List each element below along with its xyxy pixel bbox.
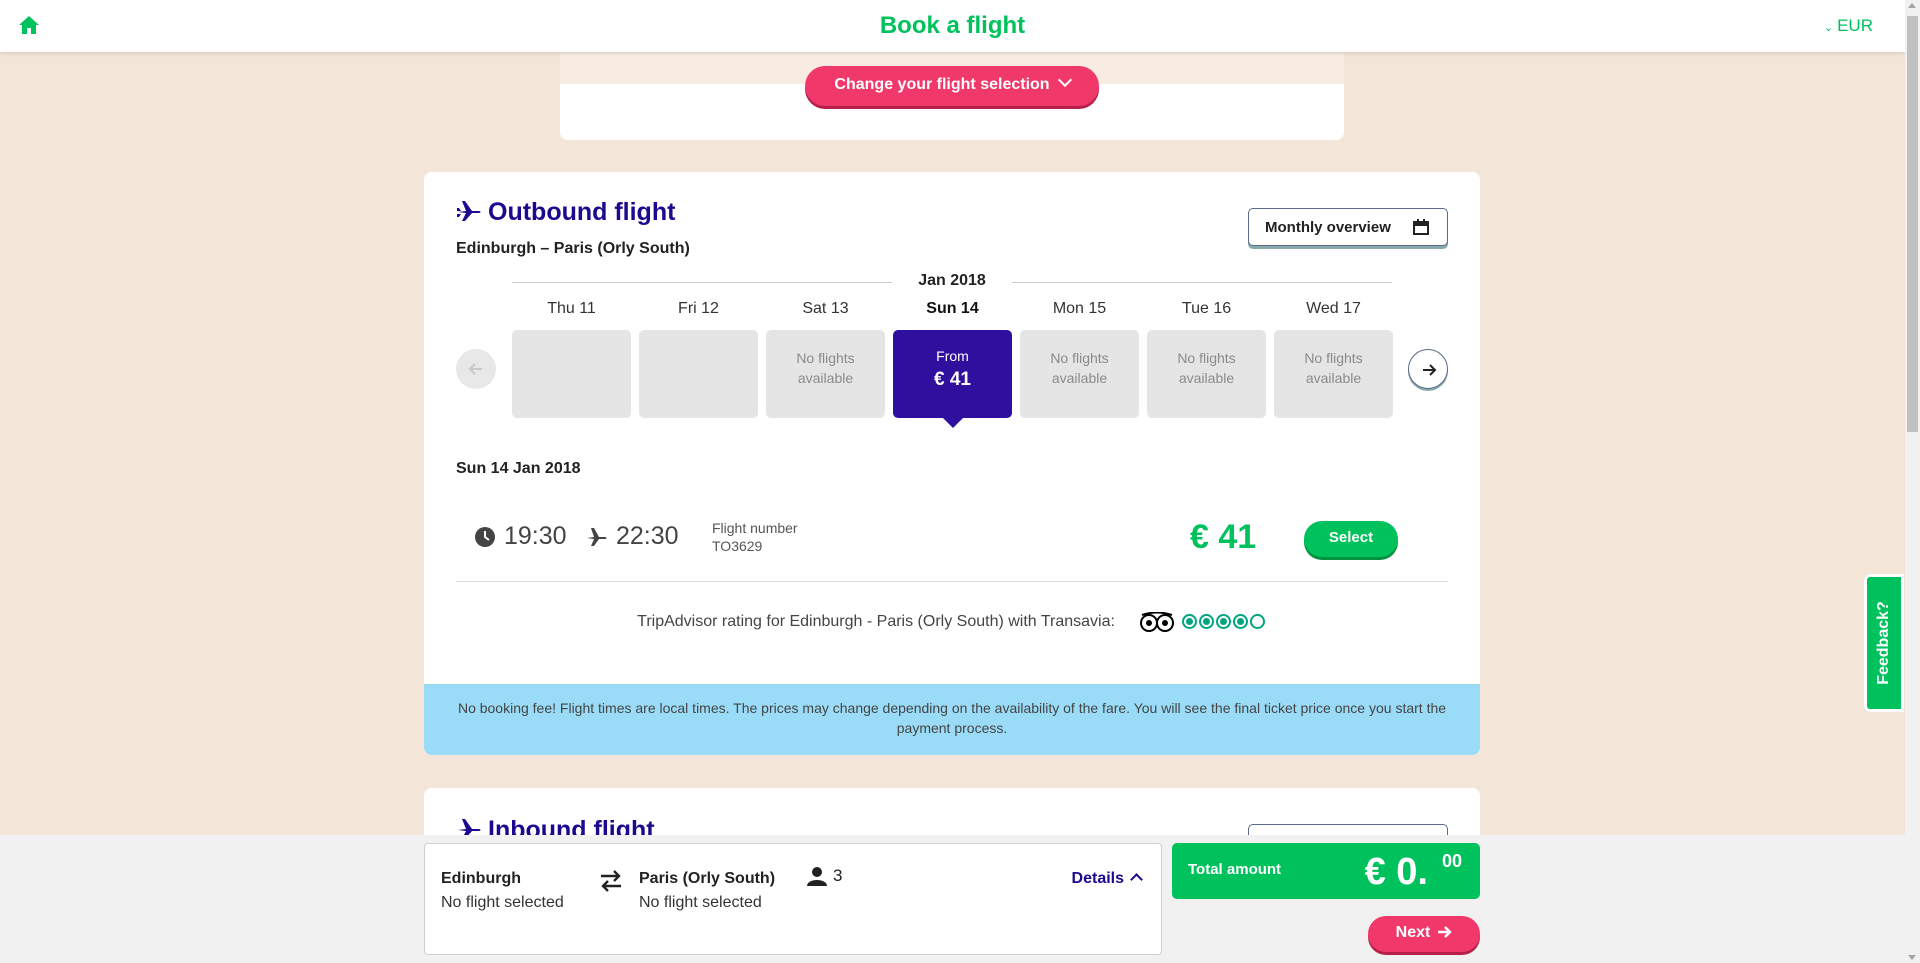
total-label: Total amount xyxy=(1188,861,1282,878)
day-option[interactable]: No flights available xyxy=(1020,330,1139,418)
day-option[interactable] xyxy=(639,330,758,418)
day-label: Mon 15 xyxy=(1052,300,1107,317)
feedback-tab[interactable]: Feedback? xyxy=(1864,574,1904,712)
tripadvisor-rating: TripAdvisor rating for Edinburgh - Paris… xyxy=(424,612,1480,634)
day-price: € 41 xyxy=(934,369,971,390)
booking-summary-bar: Edinburgh No flight selected Paris (Orly… xyxy=(0,835,1905,963)
rating-bubble-filled xyxy=(1232,614,1248,629)
day-option[interactable]: No flights available xyxy=(1147,330,1266,418)
details-toggle[interactable]: Details xyxy=(1072,870,1143,888)
rating-bubble-empty xyxy=(1249,614,1265,629)
total-cents: 00 xyxy=(1441,851,1462,871)
month-header: Jan 2018 xyxy=(512,272,1392,292)
currency-label: EUR xyxy=(1837,16,1873,35)
calendar-icon xyxy=(1413,219,1429,235)
tripadvisor-owl-icon xyxy=(1140,612,1175,632)
total-amount: € 0. xyxy=(1364,851,1428,893)
arrow-right-icon xyxy=(1423,364,1437,376)
month-label: Jan 2018 xyxy=(912,272,992,289)
destination-city: Paris (Orly South) xyxy=(639,870,776,887)
selected-date: Sun 14 Jan 2018 xyxy=(456,460,581,477)
arrival-time: 22:30 xyxy=(616,522,679,550)
rating-bubble-filled xyxy=(1198,614,1214,629)
chevron-down-icon xyxy=(1057,72,1072,88)
day-label: Sat 13 xyxy=(802,300,849,317)
chevron-up-icon xyxy=(1130,873,1143,886)
day-label: Wed 17 xyxy=(1306,300,1361,317)
rating-bubble-filled xyxy=(1181,614,1197,629)
top-bar: Book a flight ⌄ EUR xyxy=(0,0,1905,52)
currency-selector[interactable]: ⌄ EUR xyxy=(1824,16,1873,36)
flight-number: TO3629 xyxy=(712,538,763,554)
arrow-right-icon xyxy=(1438,926,1453,938)
passenger-icon xyxy=(807,867,827,886)
booking-notice: No booking fee! Flight times are local t… xyxy=(424,684,1480,755)
flight-number-label: Flight number xyxy=(712,520,798,536)
flight-price: € 41 xyxy=(1190,518,1257,556)
previous-dates-button[interactable] xyxy=(456,349,496,389)
day-label: Fri 12 xyxy=(678,300,719,317)
rating-bubbles xyxy=(1181,614,1267,634)
next-dates-button[interactable] xyxy=(1408,349,1448,389)
arrow-left-icon xyxy=(468,363,482,375)
departure-time: 19:30 xyxy=(504,522,567,550)
page-title: Book a flight xyxy=(879,12,1026,39)
route-label: Edinburgh – Paris (Orly South) xyxy=(456,240,690,257)
monthly-overview-button[interactable]: Monthly overview xyxy=(1248,208,1448,246)
outbound-status: No flight selected xyxy=(441,894,564,911)
day-option-selected[interactable]: From € 41 xyxy=(893,330,1012,428)
inbound-status: No flight selected xyxy=(639,894,762,911)
select-flight-button[interactable]: Select xyxy=(1304,521,1398,557)
total-amount-box: Total amount € 0. 00 xyxy=(1172,843,1480,899)
day-option[interactable]: No flights available xyxy=(766,330,885,418)
day-label: Thu 11 xyxy=(547,300,596,317)
day-option[interactable]: No flights available xyxy=(1274,330,1393,418)
scrollbar[interactable] xyxy=(1905,0,1920,963)
trip-summary: Edinburgh No flight selected Paris (Orly… xyxy=(424,843,1162,955)
passenger-count: 3 xyxy=(833,866,843,885)
outbound-flight-card: Outbound flight Edinburgh – Paris (Orly … xyxy=(424,172,1480,755)
tripadvisor-text: TripAdvisor rating for Edinburgh - Paris… xyxy=(637,613,1115,630)
outbound-title: Outbound flight xyxy=(456,198,675,227)
next-button[interactable]: Next xyxy=(1368,916,1480,952)
scroll-up-icon[interactable] xyxy=(1908,3,1916,8)
swap-arrows-icon xyxy=(601,870,621,892)
change-flight-selection-button[interactable]: Change your flight selection xyxy=(805,66,1099,106)
day-option[interactable] xyxy=(512,330,631,418)
scroll-down-icon[interactable] xyxy=(1908,955,1916,960)
day-label: Tue 16 xyxy=(1181,300,1232,317)
flight-row: 19:30 22:30 Flight number TO3629 € 41 Se… xyxy=(456,502,1448,582)
clock-icon xyxy=(475,527,495,547)
plane-icon xyxy=(587,528,607,546)
plane-icon xyxy=(457,201,481,221)
chevron-down-icon: ⌄ xyxy=(1823,22,1834,34)
origin-city: Edinburgh xyxy=(441,870,521,887)
scrollbar-thumb[interactable] xyxy=(1907,16,1918,432)
day-label-selected: Sun 14 xyxy=(926,300,979,317)
rating-bubble-filled xyxy=(1215,614,1231,629)
